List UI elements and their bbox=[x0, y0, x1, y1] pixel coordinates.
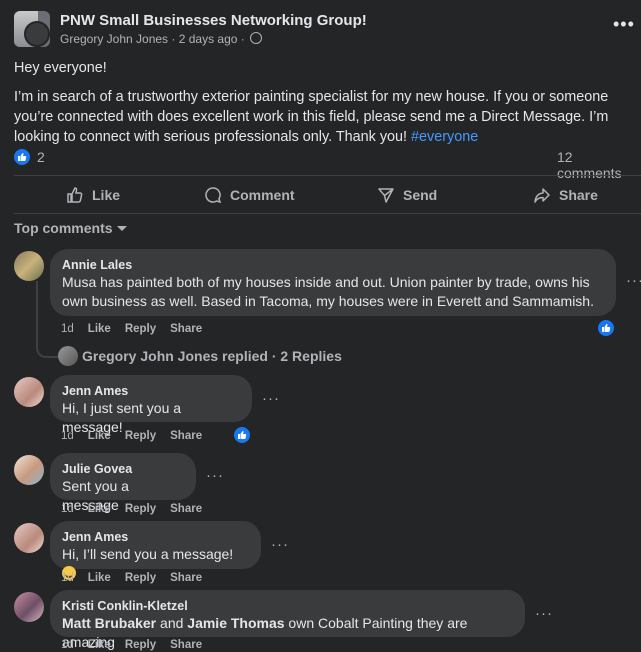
comment-reply-link[interactable]: Reply bbox=[125, 323, 156, 335]
share-label: Share bbox=[559, 187, 598, 203]
group-avatar[interactable] bbox=[14, 11, 50, 47]
comment-actions: 1d Like Reply Share bbox=[61, 572, 202, 584]
comment-share-link[interactable]: Share bbox=[170, 572, 202, 584]
avatar[interactable] bbox=[14, 592, 44, 622]
comment-icon bbox=[205, 187, 222, 204]
avatar[interactable] bbox=[14, 455, 44, 485]
comment-share-link[interactable]: Share bbox=[170, 430, 202, 442]
comment-reply-link[interactable]: Reply bbox=[125, 639, 156, 651]
comment-more-icon[interactable]: ··· bbox=[262, 390, 280, 407]
like-reaction-icon[interactable] bbox=[234, 427, 250, 443]
thumbs-up-icon bbox=[67, 187, 83, 203]
comment-button[interactable]: Comment bbox=[204, 186, 295, 204]
comment-more-icon[interactable]: ··· bbox=[206, 467, 224, 484]
chevron-down-icon bbox=[116, 226, 127, 231]
divider bbox=[14, 175, 641, 176]
comment-time[interactable]: 1d bbox=[61, 639, 74, 651]
comment-reply-link[interactable]: Reply bbox=[125, 430, 156, 442]
like-label: Like bbox=[92, 187, 121, 203]
comment-text: Musa has painted both of my houses insid… bbox=[62, 274, 594, 309]
comment-bubble: Annie Lales Musa has painted both of my … bbox=[50, 249, 616, 316]
comment-like-link[interactable]: Like bbox=[88, 572, 111, 584]
post-body: Hey everyone! I’m in search of a trustwo… bbox=[14, 58, 634, 156]
reaction-summary[interactable]: 2 bbox=[14, 149, 45, 165]
more-options-icon[interactable]: ••• bbox=[613, 14, 635, 35]
comment-filter-dropdown[interactable]: Top comments bbox=[14, 220, 127, 236]
comment-actions: 1d Like Reply Share bbox=[61, 323, 202, 335]
comment-reply-link[interactable]: Reply bbox=[125, 572, 156, 584]
comment-bubble: Kristi Conklin-Kletzel Matt Brubaker and… bbox=[50, 590, 525, 650]
comment-label: Comment bbox=[230, 187, 295, 203]
hashtag-link[interactable]: #everyone bbox=[411, 129, 478, 145]
commenter-name[interactable]: Julie Govea bbox=[62, 461, 184, 477]
share-button[interactable]: Share bbox=[533, 186, 598, 204]
view-replies-link[interactable]: Gregory John Jones replied · 2 Replies bbox=[82, 348, 342, 364]
comment-reply-link[interactable]: Reply bbox=[125, 503, 156, 515]
comment-like-link[interactable]: Like bbox=[88, 639, 111, 651]
comment-like-link[interactable]: Like bbox=[88, 323, 111, 335]
mention-link[interactable]: Jamie Thomas bbox=[187, 615, 284, 631]
reply-thread-line bbox=[36, 281, 58, 358]
comment-more-icon[interactable]: ··· bbox=[535, 605, 553, 622]
avatar[interactable] bbox=[14, 251, 44, 281]
comment-text-content: Hi, I’ll send you a message! bbox=[62, 546, 234, 562]
commenter-name[interactable]: Kristi Conklin-Kletzel bbox=[62, 598, 513, 614]
comment-share-link[interactable]: Share bbox=[170, 323, 202, 335]
send-icon bbox=[378, 188, 394, 203]
like-reaction-icon[interactable] bbox=[598, 320, 614, 336]
comment-more-icon[interactable]: ··· bbox=[626, 272, 641, 289]
commenter-name[interactable]: Jenn Ames bbox=[62, 383, 240, 399]
like-reaction-icon bbox=[14, 149, 30, 165]
group-name[interactable]: PNW Small Businesses Networking Group! bbox=[60, 12, 367, 29]
avatar[interactable] bbox=[14, 377, 44, 407]
author-name[interactable]: Gregory John Jones bbox=[60, 32, 168, 46]
comment-like-link[interactable]: Like bbox=[88, 503, 111, 515]
reaction-count: 2 bbox=[37, 149, 45, 165]
send-button[interactable]: Send bbox=[377, 186, 437, 204]
comments-count-link[interactable]: 12 comments bbox=[557, 149, 641, 181]
comment-filter-label: Top comments bbox=[14, 220, 113, 236]
comment-more-icon[interactable]: ··· bbox=[271, 536, 289, 553]
avatar[interactable] bbox=[14, 523, 44, 553]
comment-actions: 1d Like Reply Share bbox=[61, 639, 202, 651]
commenter-name[interactable]: Annie Lales bbox=[62, 257, 604, 273]
comment-bubble: Julie Govea Sent you a message bbox=[50, 453, 196, 513]
comment-time[interactable]: 1d bbox=[61, 430, 74, 442]
comment-share-link[interactable]: Share bbox=[170, 503, 202, 515]
post-meta: Gregory John Jones · 2 days ago · bbox=[60, 32, 263, 46]
comment-share-link[interactable]: Share bbox=[170, 639, 202, 651]
send-label: Send bbox=[403, 187, 438, 203]
post-text: I’m in search of a trustworthy exterior … bbox=[14, 89, 609, 145]
globe-icon bbox=[250, 32, 263, 44]
comment-actions: 1d Like Reply Share bbox=[61, 430, 202, 442]
comment-time[interactable]: 1d bbox=[61, 572, 74, 584]
like-button[interactable]: Like bbox=[66, 186, 120, 204]
comment-time[interactable]: 1d bbox=[61, 323, 74, 335]
divider bbox=[14, 213, 641, 214]
commenter-name[interactable]: Jenn Ames bbox=[62, 529, 249, 545]
comment-time[interactable]: 1d bbox=[61, 503, 74, 515]
mention-link[interactable]: Matt Brubaker bbox=[62, 615, 156, 631]
comment-like-link[interactable]: Like bbox=[88, 430, 111, 442]
share-icon bbox=[534, 188, 550, 203]
comment-bubble: Jenn Ames Hi, I just sent you a message! bbox=[50, 375, 252, 435]
post-time[interactable]: 2 days ago bbox=[179, 32, 238, 46]
comment-text-content: and bbox=[156, 615, 188, 631]
comment-actions: 1d Like Reply Share bbox=[61, 503, 202, 515]
post-greeting: Hey everyone! bbox=[14, 60, 107, 76]
comment-bubble: Jenn Ames Hi, I’ll send you a message! bbox=[50, 521, 261, 580]
avatar bbox=[58, 346, 78, 366]
